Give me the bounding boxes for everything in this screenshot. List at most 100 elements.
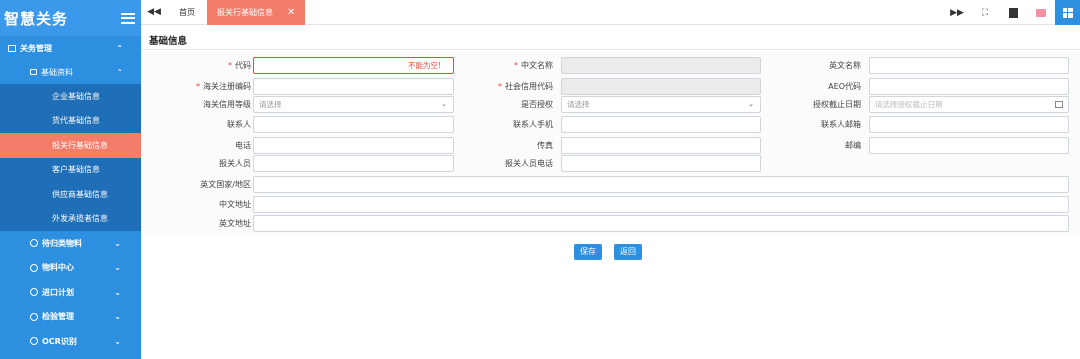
sidebar-item-outsourcer[interactable]: 外发承揽者信息 (0, 206, 141, 231)
sidebar-sub-label: 基础资料 (41, 67, 73, 77)
select-placeholder: 请选择 (259, 100, 282, 109)
contact-label: 联系人 (227, 120, 251, 129)
basic-info-form: * 代码 不能为空! * 中文名称 英文名称 * 海关注册编码 * 社会信用代码 AEO… (141, 51, 1080, 236)
sidebar-group-label: 关务管理 (20, 43, 52, 53)
tab-broker-info[interactable]: 报关行基础信息 ✕ (207, 0, 306, 25)
hamburger-menu-icon[interactable] (121, 12, 135, 24)
contact-input[interactable] (253, 116, 454, 133)
social-credit-input[interactable] (561, 78, 761, 95)
fullscreen-icon[interactable]: ⛶ (971, 0, 999, 25)
zip-input[interactable] (869, 137, 1069, 154)
authorized-select[interactable]: 请选择 ⌄ (561, 96, 761, 113)
top-right-tools: ▶▶ ⛶ (943, 0, 1080, 25)
calendar-icon[interactable] (1055, 101, 1063, 108)
chevron-down-icon: ⌄ (114, 312, 121, 322)
notebook-icon[interactable] (999, 0, 1027, 25)
rewind-icon[interactable]: ◀◀ (141, 7, 167, 17)
logo: 智慧关务 (4, 9, 69, 28)
fax-input[interactable] (561, 137, 761, 154)
sidebar-item-supplier[interactable]: 供应商基础信息 (0, 182, 141, 207)
plan-icon (30, 288, 38, 297)
code-error: 不能为空! (407, 61, 441, 70)
check-icon (30, 312, 38, 321)
auth-deadline-label: 授权截止日期 (813, 100, 861, 109)
mail-icon[interactable] (1027, 0, 1055, 25)
broker-phone-label: 报关人员电话 (505, 159, 553, 168)
contact-email-input[interactable] (869, 116, 1069, 133)
sidebar-item-ocr[interactable]: OCR识别 ⌄ (0, 329, 141, 354)
code-label: * 代码 (228, 61, 251, 70)
en-country-label: 英文国家/地区 (200, 180, 251, 189)
main-content: 基础信息 * 代码 不能为空! * 中文名称 英文名称 * 海关注册编码 * 社会信用代… (141, 25, 1080, 359)
aeo-label: AEO代码 (828, 82, 861, 91)
broker-phone-input[interactable] (561, 155, 761, 172)
code-input[interactable]: 不能为空! (253, 57, 454, 74)
cn-address-input[interactable] (253, 196, 1069, 213)
en-name-input[interactable] (869, 57, 1069, 74)
globe-icon (30, 263, 38, 272)
phone-label: 电话 (235, 141, 251, 150)
section-title: 基础信息 (149, 36, 188, 47)
sidebar-item-label: 检验管理 (42, 312, 74, 322)
sidebar-group-customs[interactable]: 关务管理 ⌃ (0, 36, 141, 60)
phone-input[interactable] (253, 137, 454, 154)
select-placeholder: 请选择 (567, 100, 590, 109)
fast-forward-icon[interactable]: ▶▶ (943, 0, 971, 25)
sidebar-item-enterprise[interactable]: 企业基础信息 (0, 84, 141, 109)
tab-label: 报关行基础信息 (217, 7, 273, 17)
back-button[interactable]: 返回 (614, 244, 642, 260)
cn-name-input[interactable] (561, 57, 761, 74)
customs-reg-label: * 海关注册编码 (196, 82, 251, 91)
close-icon[interactable]: ✕ (287, 7, 295, 18)
sidebar: 智慧关务 关务管理 ⌃ 基础资料 ⌃ 企业基础信息 货代基础信息 报关行基础信息… (0, 0, 141, 359)
app-root: 智慧关务 关务管理 ⌃ 基础资料 ⌃ 企业基础信息 货代基础信息 报关行基础信息… (0, 0, 1080, 359)
sidebar-item-label: 待归类物料 (42, 238, 82, 248)
en-country-input[interactable] (253, 176, 1069, 193)
auth-deadline-input[interactable]: 请选择授权截止日期 (869, 96, 1069, 113)
scan-icon (30, 337, 38, 346)
folder-icon (8, 44, 16, 52)
sidebar-item-customer[interactable]: 客户基础信息 (0, 157, 141, 182)
broker-label: 报关人员 (219, 159, 251, 168)
fax-label: 传真 (537, 141, 553, 150)
contact-phone-label: 联系人手机 (513, 120, 553, 129)
cn-address-label: 中文地址 (219, 200, 251, 209)
sidebar-item-inspection[interactable]: 检验管理 ⌄ (0, 305, 141, 330)
sidebar-item-pending-materials[interactable]: 待归类物料 ⌄ (0, 231, 141, 256)
zip-label: 邮编 (845, 141, 861, 150)
folder-icon (30, 69, 37, 75)
sidebar-item-material-center[interactable]: 物料中心 ⌄ (0, 256, 141, 281)
social-credit-label: * 社会信用代码 (498, 82, 553, 91)
contact-phone-input[interactable] (561, 116, 761, 133)
sidebar-item-broker[interactable]: 报关行基础信息 (0, 133, 141, 158)
sidebar-sub-basic-data[interactable]: 基础资料 ⌃ (0, 60, 141, 84)
sidebar-item-forwarder[interactable]: 货代基础信息 (0, 108, 141, 133)
en-name-label: 英文名称 (829, 61, 861, 70)
grid-icon[interactable] (1055, 0, 1080, 25)
customs-credit-select[interactable]: 请选择 ⌄ (253, 96, 454, 113)
authorized-label: 是否授权 (521, 100, 553, 109)
chevron-down-icon: ⌄ (114, 287, 121, 297)
broker-input[interactable] (253, 155, 454, 172)
top-bar: ◀◀ 首页 报关行基础信息 ✕ ▶▶ ⛶ (141, 0, 1080, 25)
sidebar-item-import-plan[interactable]: 进口计划 ⌄ (0, 280, 141, 305)
auth-deadline-placeholder: 请选择授权截止日期 (875, 100, 943, 109)
chevron-down-icon: ⌄ (114, 336, 121, 346)
sidebar-item-label: OCR识别 (42, 336, 77, 346)
contact-email-label: 联系人邮箱 (821, 120, 861, 129)
save-button[interactable]: 保存 (574, 244, 602, 260)
en-address-input[interactable] (253, 215, 1069, 232)
chevron-down-icon: ⌄ (114, 263, 121, 273)
link-icon (30, 239, 38, 248)
chevron-up-icon: ⌃ (116, 67, 123, 77)
en-address-label: 英文地址 (219, 219, 251, 228)
tab-home[interactable]: 首页 (167, 0, 207, 25)
logo-bar: 智慧关务 (0, 0, 141, 36)
customs-reg-input[interactable] (253, 78, 454, 95)
chevron-down-icon: ⌄ (114, 238, 121, 248)
aeo-input[interactable] (869, 78, 1069, 95)
cn-name-label: * 中文名称 (514, 61, 553, 70)
sidebar-item-label: 物料中心 (42, 263, 74, 273)
divider (141, 49, 1080, 50)
chevron-up-icon: ⌃ (116, 43, 123, 53)
